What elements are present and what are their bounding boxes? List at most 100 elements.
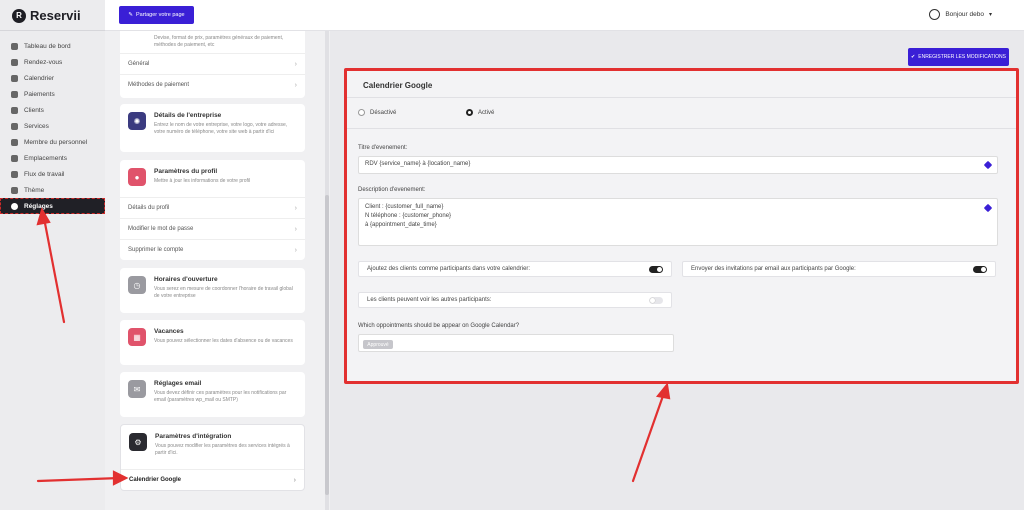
sidebar-divider	[0, 30, 105, 31]
share-label: Partager votre page	[135, 12, 185, 18]
sidebar-item-workflow[interactable]: Flux de travail	[0, 166, 105, 182]
row-label: Modifier le mot de passe	[128, 226, 194, 232]
share-page-button[interactable]: ✎ Partager votre page	[119, 6, 194, 24]
sidebar-item-label: Clients	[24, 106, 44, 114]
card-desc: Mettre à jour les informations de votre …	[154, 178, 251, 184]
sidebar: R Reservii Tableau de bord Rendez-vous C…	[0, 0, 105, 510]
check-icon: ✔	[911, 54, 916, 60]
radio-label: Désactivé	[370, 109, 397, 116]
row-label: Calendrier Google	[129, 477, 182, 483]
app-name: Reservii	[30, 8, 81, 23]
radio-circle-selected	[466, 109, 473, 116]
sidebar-item-theme[interactable]: Thème	[0, 182, 105, 198]
row-delete-account[interactable]: Supprimer le compte ›	[120, 239, 305, 260]
card-desc: Vous pouvez modifier les paramètres des …	[155, 443, 290, 457]
event-title-input[interactable]: RDV {service_name} à {location_name}	[358, 156, 998, 174]
sidebar-item-dashboard[interactable]: Tableau de bord	[0, 38, 105, 54]
event-title-label: Titre d'evenement:	[358, 145, 408, 151]
sidebar-item-label: Thème	[24, 186, 45, 194]
payment-icon	[11, 90, 18, 98]
sidebar-item-payments[interactable]: Paiements	[0, 86, 105, 102]
opening-hours-card[interactable]: ◷ Horaires d'ouverture Vous serez en mes…	[120, 268, 305, 313]
payment-settings-card: Devise, format de prix, paramètres génér…	[120, 31, 305, 98]
card-desc: Entrez le nom de votre entreprise, votre…	[154, 122, 288, 136]
which-appointments-label: Which oppointments should be appear on G…	[358, 323, 520, 329]
gear-icon	[11, 202, 18, 210]
event-description-label: Description d'evenement:	[358, 187, 426, 193]
event-description-textarea[interactable]: Client : {customer_full_name} N téléphon…	[358, 198, 998, 246]
row-label: Détails du profil	[128, 205, 170, 211]
sidebar-item-calendar[interactable]: Calendrier	[0, 70, 105, 86]
radio-enabled[interactable]: Activé	[466, 109, 494, 116]
row-profile-details[interactable]: Détails du profil ›	[120, 197, 305, 218]
row-google-calendar[interactable]: Calendrier Google ›	[121, 469, 304, 490]
sidebar-item-label: Paiements	[24, 90, 55, 98]
dashboard-icon	[11, 42, 18, 50]
sidebar-item-label: Tableau de bord	[24, 42, 71, 50]
chevron-down-icon: ▾	[988, 12, 992, 18]
logo[interactable]: R Reservii	[12, 8, 81, 23]
sidebar-item-label: Réglages	[24, 202, 53, 210]
user-icon: ●	[128, 168, 146, 186]
sidebar-item-settings[interactable]: Réglages	[0, 198, 105, 214]
description-line: N téléphone : {customer_phone}	[365, 213, 452, 219]
business-details-card[interactable]: ✺ Détails de l'entreprise Entrez le nom …	[120, 104, 305, 152]
topbar: ✎ Partager votre page Bonjour debo ▾	[105, 0, 1024, 31]
email-icon: ✉	[128, 380, 146, 398]
toggle-switch-off[interactable]	[649, 296, 663, 304]
save-changes-button[interactable]: ✔ ENREGISTRER LES MODIFICATIONS	[908, 48, 1009, 66]
row-label: Supprimer le compte	[128, 247, 184, 253]
sidebar-item-services[interactable]: Services	[0, 118, 105, 134]
toggle-switch-on[interactable]	[649, 265, 663, 273]
avatar	[929, 9, 941, 20]
sidebar-item-label: Rendez-vous	[24, 58, 63, 66]
toggle-label: Les clients peuvent voir les autres part…	[367, 297, 492, 303]
card-title: Vacances	[154, 328, 184, 335]
toggle-switch-on[interactable]	[973, 265, 987, 273]
business-icon: ✺	[128, 112, 146, 130]
toggle-label: Ajoutez des clients comme participants d…	[367, 266, 531, 272]
row-general[interactable]: Général ›	[120, 53, 305, 74]
card-title: Paramètres du profil	[154, 168, 218, 175]
sidebar-item-label: Emplacements	[24, 154, 67, 162]
vacation-card[interactable]: ▦ Vacances Vous pouvez sélectionner les …	[120, 320, 305, 365]
email-settings-card[interactable]: ✉ Réglages email Vous devez définir ces …	[120, 372, 305, 417]
sidebar-item-locations[interactable]: Emplacements	[0, 150, 105, 166]
row-payment-methods[interactable]: Méthodes de paiement ›	[120, 74, 305, 95]
profile-settings-card: ● Paramètres du profil Mettre à jour les…	[120, 160, 305, 260]
sidebar-item-appointments[interactable]: Rendez-vous	[0, 54, 105, 70]
event-title-value: RDV {service_name} à {location_name}	[365, 161, 471, 167]
description-line: à {appointment_date_time}	[365, 222, 437, 228]
radio-circle	[358, 109, 365, 116]
toggle-label: Envoyer des invitations par email aux pa…	[691, 266, 856, 272]
scrollbar-thumb[interactable]	[325, 195, 329, 495]
row-change-password[interactable]: Modifier le mot de passe ›	[120, 218, 305, 239]
sidebar-item-label: Services	[24, 122, 49, 130]
divider	[347, 128, 1016, 129]
chevron-right-icon: ›	[294, 246, 297, 254]
user-menu[interactable]: Bonjour debo ▾	[929, 9, 992, 20]
chevron-right-icon: ›	[294, 60, 297, 68]
radio-disabled[interactable]: Désactivé	[358, 109, 396, 116]
page-title: Calendrier Google	[363, 81, 433, 90]
radio-label: Activé	[478, 109, 495, 116]
payment-settings-desc: Devise, format de prix, paramètres génér…	[154, 34, 284, 48]
sidebar-item-label: Membre du personnel	[24, 138, 88, 146]
sidebar-item-staff[interactable]: Membre du personnel	[0, 134, 105, 150]
sidebar-item-clients[interactable]: Clients	[0, 102, 105, 118]
services-icon	[11, 122, 18, 130]
calendar-check-icon	[11, 58, 18, 66]
card-title: Paramètres d'intégration	[155, 433, 232, 440]
card-title: Réglages email	[154, 380, 202, 387]
share-icon: ✎	[128, 12, 133, 18]
integration-settings-card: ⚙ Paramètres d'intégration Vous pouvez m…	[120, 424, 305, 491]
chevron-right-icon: ›	[294, 81, 297, 89]
appointment-status-select[interactable]	[358, 334, 674, 352]
greeting: Bonjour debo	[945, 11, 984, 18]
approved-status-chip[interactable]: Approuvé	[363, 340, 393, 349]
chevron-right-icon: ›	[293, 476, 296, 484]
toggle-row-send-invites: Envoyer des invitations par email aux pa…	[682, 261, 996, 277]
staff-icon	[11, 138, 18, 146]
integration-icon: ⚙	[129, 433, 147, 451]
calendar-off-icon: ▦	[128, 328, 146, 346]
